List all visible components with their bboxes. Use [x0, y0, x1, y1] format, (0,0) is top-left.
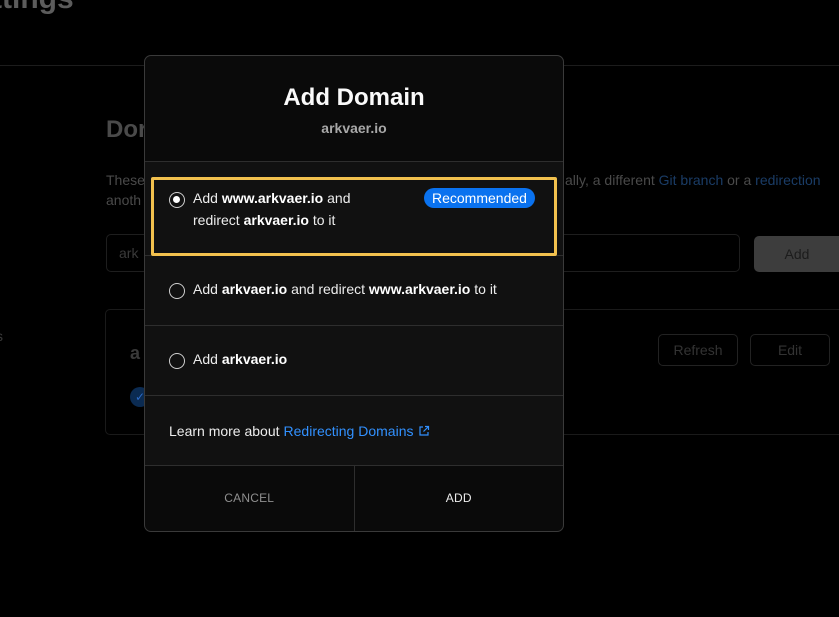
add-domain-modal: Add Domain arkvaer.io Add www.arkvaer.io…: [144, 55, 564, 532]
refresh-button[interactable]: Refresh: [658, 334, 738, 366]
learn-more-text: Learn more about: [169, 422, 280, 439]
option-apex-only-label: Add arkvaer.io: [193, 351, 288, 367]
section-title: Dor: [106, 116, 148, 143]
edit-button[interactable]: Edit: [750, 334, 830, 366]
option-www-redirect[interactable]: Add www.arkvaer.io and redirect arkvaer.…: [145, 162, 563, 256]
sidebar-fragment: s: [0, 328, 3, 344]
modal-subtitle: arkvaer.io: [321, 120, 387, 136]
redirection-link[interactable]: redirection: [755, 172, 820, 188]
modal-header: Add Domain arkvaer.io: [145, 56, 563, 162]
add-domain-button[interactable]: Add: [754, 236, 839, 272]
page-title: ttings: [0, 0, 74, 16]
redirecting-domains-link[interactable]: Redirecting Domains: [284, 423, 431, 439]
recommended-badge: Recommended: [424, 188, 535, 208]
git-branch-link[interactable]: Git branch: [659, 172, 724, 188]
modal-footer: CANCEL ADD: [145, 465, 563, 531]
option-www-redirect-label: Add www.arkvaer.io and redirect arkvaer.…: [193, 190, 351, 228]
domain-card-title: a: [130, 343, 141, 363]
radio-www-redirect[interactable]: [169, 192, 185, 208]
option-apex-redirect[interactable]: Add arkvaer.io and redirect www.arkvaer.…: [145, 256, 563, 326]
section-description-end: ally, a different Git branch or a redire…: [565, 172, 821, 188]
section-description-line2: anoth: [106, 192, 142, 208]
radio-apex-redirect[interactable]: [169, 283, 185, 299]
radio-apex-only[interactable]: [169, 353, 185, 369]
add-button[interactable]: ADD: [355, 465, 564, 531]
option-apex-redirect-label: Add arkvaer.io and redirect www.arkvaer.…: [193, 281, 497, 297]
modal-title: Add Domain: [283, 84, 425, 111]
option-apex-only[interactable]: Add arkvaer.io: [145, 326, 563, 396]
learn-more: Learn more about Redirecting Domains: [145, 396, 563, 466]
cancel-button[interactable]: CANCEL: [145, 465, 355, 531]
external-link-icon: [419, 425, 430, 436]
section-description-start: These: [106, 172, 145, 188]
